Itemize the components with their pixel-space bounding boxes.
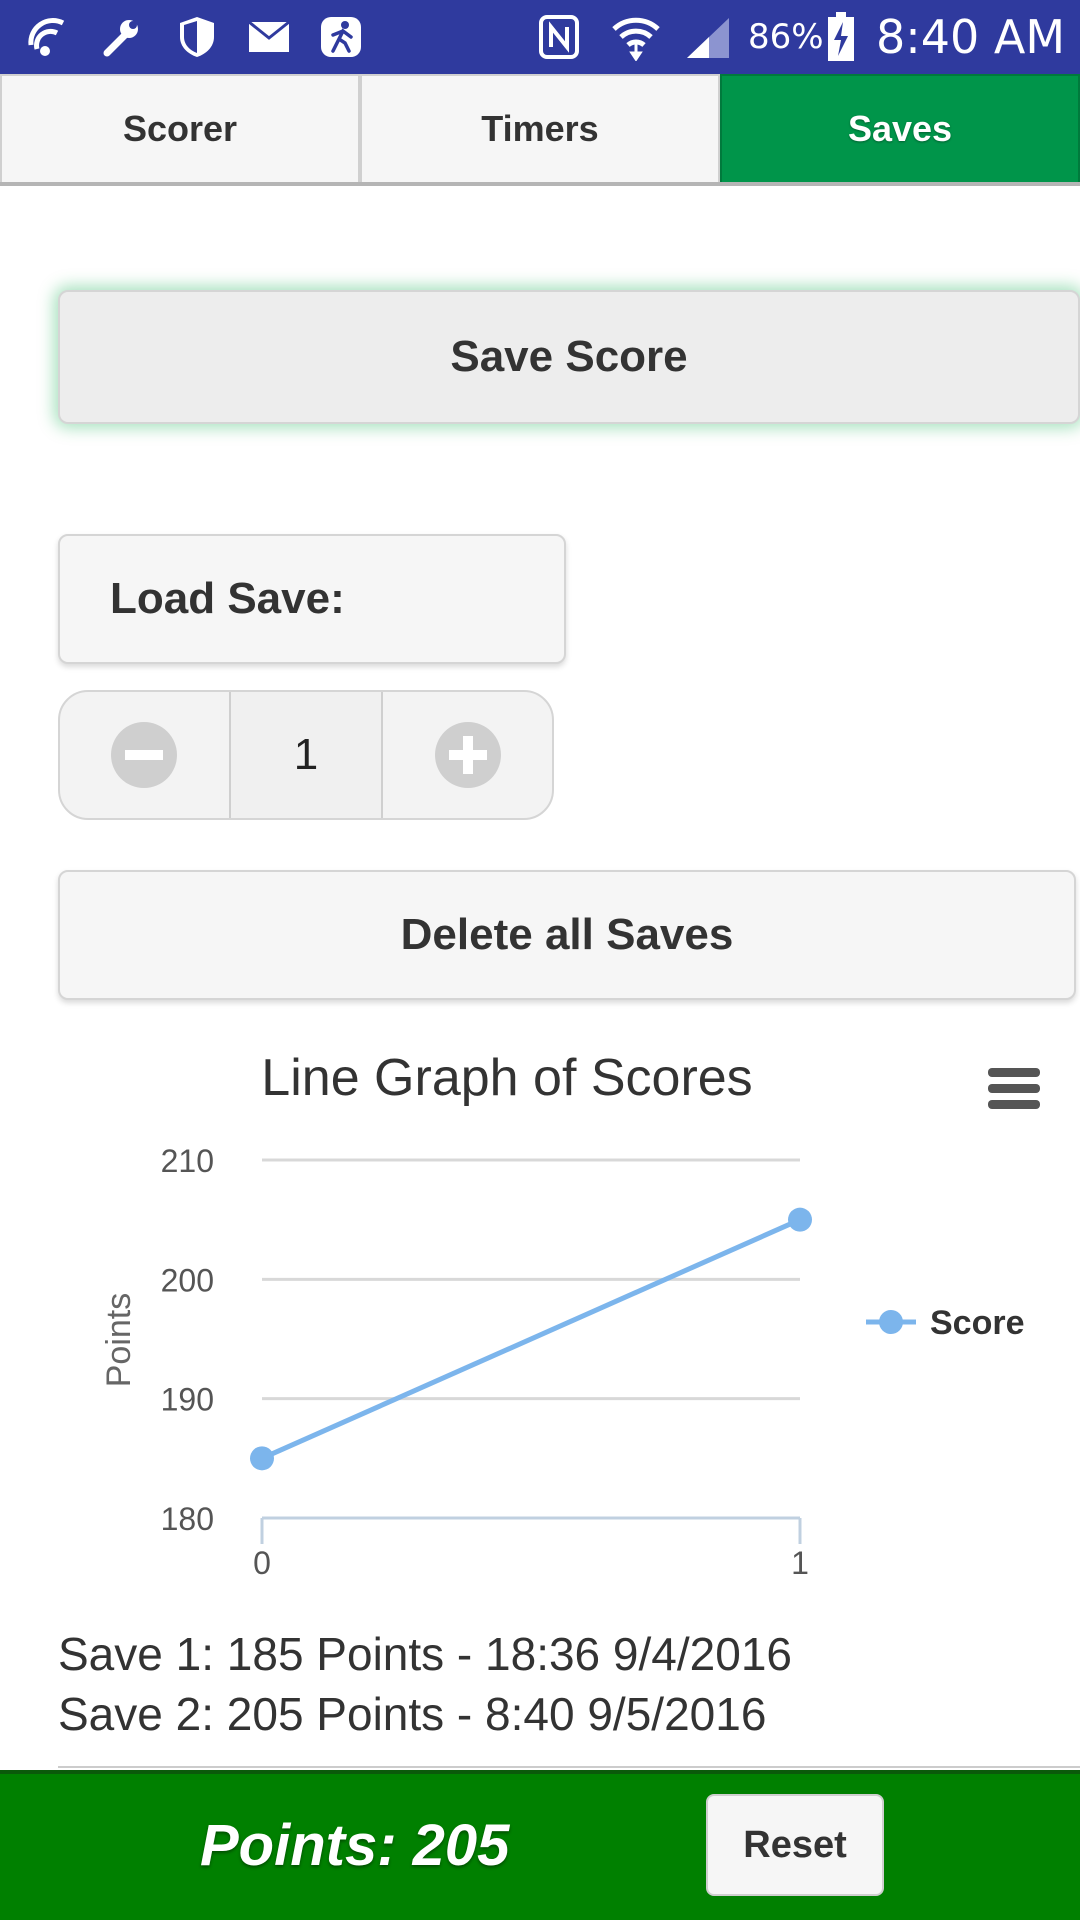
y-axis-label: Points [100,1293,138,1388]
mail-icon [244,0,294,74]
saves-list: Save 1: 185 Points - 18:36 9/4/2016 Save… [58,1624,1058,1744]
x-tick-label: 0 [253,1545,271,1581]
y-tick-label: 190 [161,1382,214,1418]
wifi-call-icon [22,0,72,74]
divider [58,1766,1080,1768]
tab-bar: Scorer Timers Saves [0,74,1080,186]
battery-charging-icon [826,0,856,74]
tab-saves[interactable]: Saves [720,74,1080,182]
signal-icon [680,0,736,74]
save-score-button[interactable]: Save Score [58,290,1080,424]
clock: 8:40 AM [876,10,1066,64]
data-point [788,1207,812,1232]
decrement-button[interactable] [60,692,229,818]
y-tick-label: 210 [161,1143,214,1179]
status-bar: 86% 8:40 AM [0,0,1080,74]
nfc-icon [534,0,584,74]
wifi-icon [608,0,664,74]
increment-button[interactable] [383,692,552,818]
delete-all-saves-button[interactable]: Delete all Saves [58,870,1076,1000]
series-line [260,1217,802,1461]
save-number-stepper: 1 [58,690,554,820]
data-point [250,1446,274,1471]
chart-menu-icon[interactable] [988,1068,1040,1110]
save-number-input[interactable]: 1 [228,692,384,818]
plus-circle-icon [434,722,501,788]
points-total: Points: 205 [200,1812,510,1878]
chart-title: Line Graph of Scores [261,1049,753,1107]
shield-icon [172,0,222,74]
minus-circle-icon [111,722,178,788]
list-item: Save 1: 185 Points - 18:36 9/4/2016 [58,1628,792,1680]
tab-scorer[interactable]: Scorer [0,74,360,182]
wrench-icon [96,0,146,74]
reset-button[interactable]: Reset [706,1794,884,1896]
y-tick-label: 180 [161,1501,214,1537]
battery-percent: 86% [748,17,824,57]
y-tick-label: 200 [161,1262,214,1298]
legend-label: Score [930,1304,1025,1342]
running-icon [316,0,366,74]
footer-bar [0,1770,1080,1920]
legend-marker [879,1310,903,1334]
load-save-label: Load Save: [58,534,566,664]
x-tick-label: 1 [791,1545,809,1581]
list-item: Save 2: 205 Points - 8:40 9/5/2016 [58,1688,767,1740]
tab-timers[interactable]: Timers [360,74,720,182]
